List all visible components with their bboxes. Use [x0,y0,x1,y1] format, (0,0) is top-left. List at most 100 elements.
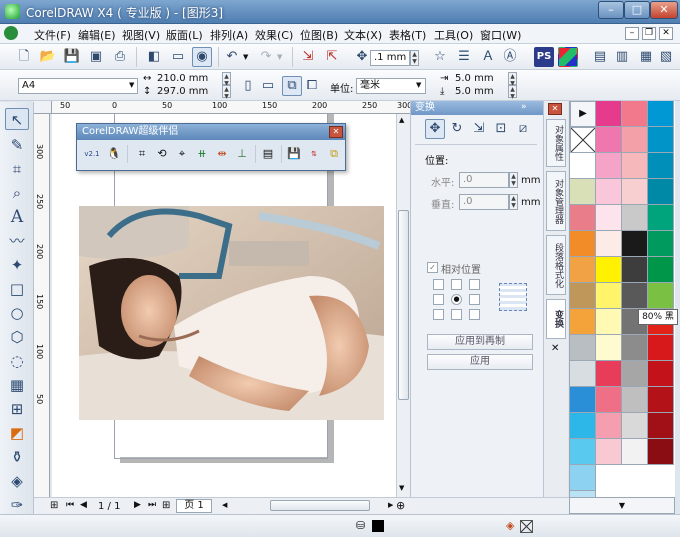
distribute-icon[interactable]: ⇹ [213,145,231,163]
portrait-icon[interactable]: ▯ [238,76,258,96]
page-size-dropdown[interactable]: A4 [18,78,138,94]
crop-marks-icon[interactable]: ⌗ [133,145,151,163]
view-icon[interactable]: ◉ [192,47,212,67]
photoshop-icon[interactable]: PS [534,47,554,67]
tab-object-properties[interactable]: 对象属性 [546,119,566,167]
import-icon[interactable]: ⇲ [298,47,318,67]
convert-icon[interactable]: ⟲ [153,145,171,163]
export-icon[interactable]: ⇱ [322,47,342,67]
color-swatch[interactable] [648,387,674,413]
color-swatch[interactable] [596,153,622,179]
menu-view[interactable]: 视图(V) [122,27,160,43]
duplicate-distance-y-field[interactable]: 5.0 mm [452,85,508,98]
apply-to-duplicate-button[interactable]: 应用到再制 [427,334,533,350]
color-swatch[interactable] [570,153,596,179]
color-swatch[interactable] [622,361,648,387]
shape-tool-icon[interactable]: ✎ [5,134,29,156]
color-swatch[interactable] [622,283,648,309]
color-swatch[interactable] [648,127,674,153]
navigator-zoom-icon[interactable]: ⊕ [396,499,405,512]
scale-tab-icon[interactable]: ⇲ [469,119,489,139]
scroll-down-icon[interactable]: ▼ [399,484,404,492]
page-view-icon[interactable]: ▭ [168,47,188,67]
text-tool-icon[interactable]: A [5,206,29,228]
menu-file[interactable]: 文件(F) [34,27,71,43]
color-swatch[interactable] [622,335,648,361]
color-swatch[interactable] [648,231,674,257]
current-page-icon[interactable]: ⧠ [302,76,322,96]
fill-color-swatch[interactable] [372,520,384,532]
first-page-icon[interactable]: ⏮ [66,500,74,510]
color-swatch[interactable] [648,335,674,361]
color-swatch[interactable] [596,387,622,413]
undo-icon[interactable]: ↶ [222,47,242,67]
relative-position-checkbox[interactable]: ✓ [427,262,438,273]
outline-color-swatch[interactable] [520,520,533,533]
skew-tab-icon[interactable]: ⧄ [513,119,533,139]
doc-close-button[interactable]: ✕ [659,27,673,40]
menu-table[interactable]: 表格(T) [389,27,426,43]
barcode-icon[interactable]: ▤ [259,145,277,163]
save-icon[interactable]: 💾 [285,145,303,163]
menu-layout[interactable]: 版面(L) [166,27,203,43]
anchor-tl[interactable] [433,279,444,290]
tab-close-icon[interactable]: ✕ [551,343,559,354]
color-swatch[interactable] [570,335,596,361]
toolbar-extra-icon[interactable]: ▦ [636,47,656,67]
interactive-fill-icon[interactable]: ◩ [5,422,29,444]
color-swatch[interactable] [622,387,648,413]
color-swatch[interactable] [622,205,648,231]
freehand-tool-icon[interactable]: 〰 [5,230,29,252]
color-swatch[interactable] [596,101,622,127]
color-swatch[interactable] [570,257,596,283]
table-tool-icon[interactable]: ▦ [5,374,29,396]
nudge-spinner[interactable]: ▲ ▼ [410,50,419,66]
print-icon[interactable]: ⎙ [110,47,130,67]
size-tab-icon[interactable]: ⊡ [491,119,511,139]
horizontal-scroll-thumb[interactable] [270,500,370,511]
no-color-swatch[interactable] [570,127,596,153]
vertical-ruler[interactable]: 300 250 200 150 100 50 [34,114,50,497]
dup-y-spinner[interactable]: ▲ ▼ [508,85,517,100]
menu-window[interactable]: 窗口(W) [480,27,521,43]
rotate-tab-icon[interactable]: ↻ [447,119,467,139]
crop-tool-icon[interactable]: ⌗ [5,158,29,180]
color-swatch[interactable] [622,153,648,179]
add-page-icon[interactable]: ⊞ [50,500,58,511]
anchor-br[interactable] [469,309,480,320]
color-swatch[interactable] [596,439,622,465]
menu-arrange[interactable]: 排列(A) [210,27,248,43]
color-swatch[interactable] [648,257,674,283]
qq-icon[interactable]: 🐧 [105,145,123,163]
horizontal-spinner[interactable]: ▲ ▼ [509,172,518,188]
color-swatch[interactable] [570,283,596,309]
color-swatch[interactable] [648,101,674,127]
color-swatch[interactable] [570,465,596,491]
toolbar-extra-icon[interactable]: ▥ [612,47,632,67]
color-swatch[interactable] [570,205,596,231]
color-swatch[interactable] [570,309,596,335]
palette-scroll-up-icon[interactable]: ▶ [570,101,596,127]
ellipse-tool-icon[interactable]: ○ [5,302,29,324]
color-swatch[interactable] [648,283,674,309]
open-icon[interactable]: 📂 [38,47,58,67]
color-swatch[interactable] [596,179,622,205]
rectangle-tool-icon[interactable]: □ [5,278,29,300]
landscape-icon[interactable]: ▭ [258,76,278,96]
scroll-left-icon[interactable]: ◀ [222,501,227,509]
minimize-button[interactable]: – [598,1,624,19]
registration-icon[interactable]: ⌖ [173,145,191,163]
vertical-scrollbar[interactable]: ▲ ▼ [396,114,410,497]
color-swatch[interactable] [648,439,674,465]
page-tab[interactable]: 页 1 [176,499,212,513]
tab-paragraph-format[interactable]: 段落格式化 [546,235,566,295]
export-icon[interactable]: ⧉ [325,145,343,163]
chevron-down-icon[interactable]: ▼ [243,53,248,61]
anchor-bc[interactable] [451,309,462,320]
width-spinner[interactable]: ▲ ▼ [222,72,231,87]
close-button[interactable]: ✕ [650,1,678,19]
align-icon[interactable]: ⧺ [193,145,211,163]
color-swatch[interactable] [596,309,622,335]
maximize-button[interactable]: □ [624,1,650,19]
bitmap-image[interactable] [79,206,384,420]
